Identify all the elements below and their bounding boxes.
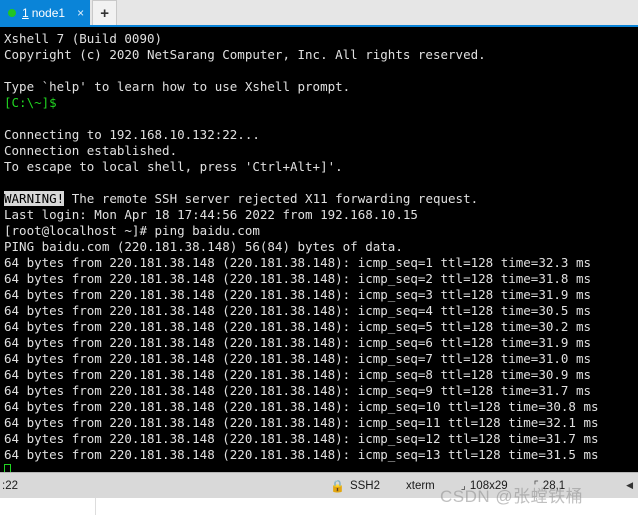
terminal-line: [root@localhost ~]# ping baidu.com bbox=[4, 223, 260, 238]
terminal-output-pane[interactable]: Xshell 7 (Build 0090) Copyright (c) 2020 … bbox=[0, 27, 638, 472]
terminal-line: 64 bytes from 220.181.38.148 (220.181.38… bbox=[4, 367, 591, 382]
terminal-line: 64 bytes from 220.181.38.148 (220.181.38… bbox=[4, 271, 591, 286]
tab-title-label: node1 bbox=[31, 5, 66, 20]
terminal-line: To escape to local shell, press 'Ctrl+Al… bbox=[4, 159, 343, 174]
bottom-left-pane bbox=[0, 498, 96, 515]
terminal-tab-node1[interactable]: 1 node1 × bbox=[0, 0, 91, 25]
terminal-lines: Xshell 7 (Build 0090) Copyright (c) 2020 … bbox=[4, 31, 638, 463]
status-terminal-type: xterm bbox=[406, 480, 435, 492]
status-cursor-position-label: 28,1 bbox=[542, 479, 566, 492]
terminal-line: 64 bytes from 220.181.38.148 (220.181.38… bbox=[4, 431, 599, 446]
terminal-line: WARNING! The remote SSH server rejected … bbox=[4, 191, 638, 207]
terminal-line: 64 bytes from 220.181.38.148 (220.181.38… bbox=[4, 335, 591, 350]
terminal-line: 64 bytes from 220.181.38.148 (220.181.38… bbox=[4, 383, 591, 398]
window-bottom-strip bbox=[0, 498, 638, 515]
tab-index-label: 1 bbox=[22, 5, 29, 20]
shell-prompt: [C:\~]$ bbox=[4, 95, 57, 110]
terminal-line: Connecting to 192.168.10.132:22... bbox=[4, 127, 260, 142]
status-protocol: 🔒 SSH2 bbox=[330, 480, 380, 492]
status-cursor-position: ⌜ 28,1 bbox=[533, 479, 566, 493]
tab-bar: 1 node1 × + bbox=[0, 0, 638, 27]
new-tab-button[interactable]: + bbox=[92, 0, 118, 25]
status-bar: :22 🔒 SSH2 xterm ⌟ 108x29 ⌜ 28,1 ◀ bbox=[0, 472, 638, 498]
warning-message: The remote SSH server rejected X11 forwa… bbox=[64, 191, 479, 206]
connection-status-dot-icon bbox=[8, 8, 16, 17]
tab-bar-empty-area bbox=[117, 0, 638, 25]
terminal-line: 64 bytes from 220.181.38.148 (220.181.38… bbox=[4, 351, 591, 366]
status-connection-label: :22 bbox=[2, 479, 18, 492]
close-icon[interactable]: × bbox=[77, 7, 84, 19]
terminal-line: 64 bytes from 220.181.38.148 (220.181.38… bbox=[4, 447, 599, 462]
terminal-line: 64 bytes from 220.181.38.148 (220.181.38… bbox=[4, 319, 591, 334]
terminal-cursor-line bbox=[4, 463, 638, 472]
terminal-line: 64 bytes from 220.181.38.148 (220.181.38… bbox=[4, 255, 591, 270]
terminal-line: [C:\~]$ bbox=[4, 95, 638, 111]
terminal-line: Connection established. bbox=[4, 143, 178, 158]
terminal-line: 64 bytes from 220.181.38.148 (220.181.38… bbox=[4, 415, 599, 430]
resize-icon: ⌟ bbox=[460, 480, 466, 492]
status-overflow-arrow-icon[interactable]: ◀ bbox=[626, 480, 633, 491]
text-cursor bbox=[4, 464, 11, 472]
status-protocol-label: SSH2 bbox=[349, 479, 380, 492]
lock-icon: 🔒 bbox=[330, 478, 345, 493]
terminal-line: Copyright (c) 2020 NetSarang Computer, I… bbox=[4, 47, 486, 62]
terminal-line: 64 bytes from 220.181.38.148 (220.181.38… bbox=[4, 287, 591, 302]
terminal-line: Type `help' to learn how to use Xshell p… bbox=[4, 79, 351, 94]
cursor-position-icon: ⌜ bbox=[533, 480, 539, 492]
terminal-line: 64 bytes from 220.181.38.148 (220.181.38… bbox=[4, 399, 599, 414]
status-terminal-size-label: 108x29 bbox=[469, 479, 508, 492]
terminal-line: Xshell 7 (Build 0090) bbox=[4, 31, 163, 46]
terminal-line: 64 bytes from 220.181.38.148 (220.181.38… bbox=[4, 303, 591, 318]
terminal-line: PING baidu.com (220.181.38.148) 56(84) b… bbox=[4, 239, 403, 254]
xshell-window: 1 node1 × + Xshell 7 (Build 0090) Copyrig… bbox=[0, 0, 638, 515]
status-terminal-size: ⌟ 108x29 bbox=[460, 479, 508, 493]
warning-badge: WARNING! bbox=[4, 191, 65, 206]
terminal-line: Last login: Mon Apr 18 17:44:56 2022 fro… bbox=[4, 207, 418, 222]
status-terminal-type-label: xterm bbox=[406, 479, 435, 492]
